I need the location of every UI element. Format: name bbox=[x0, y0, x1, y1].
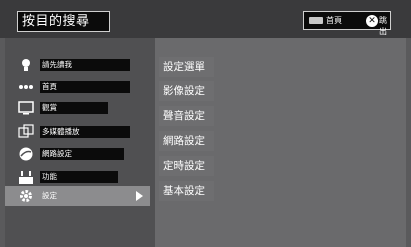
chevron-right-icon bbox=[136, 191, 143, 201]
sidebar-item-network[interactable]: 網路設定 bbox=[5, 144, 150, 164]
gear-icon bbox=[18, 188, 34, 204]
submenu-item-network[interactable]: 網路設定 bbox=[159, 131, 214, 151]
sidebar-item-label: 多媒體播放 bbox=[40, 126, 130, 138]
submenu-item-settings-menu[interactable]: 設定選單 bbox=[159, 57, 214, 77]
sidebar-item-functions[interactable]: 功能 bbox=[5, 167, 150, 187]
top-right-controls: 首頁 ✕ 跳出 bbox=[303, 11, 391, 36]
sidebar-item-readme[interactable]: 請先讀我 bbox=[5, 55, 150, 75]
home-dots-icon bbox=[18, 79, 34, 95]
sidebar-item-settings[interactable]: 設定 bbox=[5, 186, 150, 206]
media-icon bbox=[18, 124, 34, 140]
home-button-icon[interactable] bbox=[309, 17, 323, 24]
tv-icon bbox=[18, 100, 34, 116]
submenu-item-timer[interactable]: 定時設定 bbox=[159, 156, 214, 176]
sidebar-item-label: 請先讀我 bbox=[40, 59, 130, 71]
exit-icon[interactable]: ✕ bbox=[366, 15, 378, 27]
globe-icon bbox=[18, 146, 34, 162]
home-label[interactable]: 首頁 bbox=[326, 15, 342, 26]
sidebar-item-label: 設定 bbox=[42, 191, 57, 200]
sidebar-item-media[interactable]: 多媒體播放 bbox=[5, 122, 150, 142]
functions-icon bbox=[18, 169, 34, 185]
sidebar-item-label: 網路設定 bbox=[40, 148, 124, 160]
exit-label[interactable]: 跳出 bbox=[379, 15, 390, 37]
sidebar-item-label: 首頁 bbox=[40, 81, 130, 93]
page-title: 按目的搜尋 bbox=[17, 11, 110, 32]
submenu-item-sound[interactable]: 聲音設定 bbox=[159, 106, 214, 126]
submenu-item-basic[interactable]: 基本設定 bbox=[159, 181, 214, 201]
sidebar-item-watch[interactable]: 觀賞 bbox=[5, 98, 150, 118]
sidebar-item-home[interactable]: 首頁 bbox=[5, 77, 150, 97]
sidebar-item-label: 觀賞 bbox=[40, 102, 108, 114]
sidebar-item-label: 功能 bbox=[40, 171, 118, 183]
lightbulb-icon bbox=[18, 57, 34, 73]
submenu-item-picture[interactable]: 影像設定 bbox=[159, 81, 214, 101]
